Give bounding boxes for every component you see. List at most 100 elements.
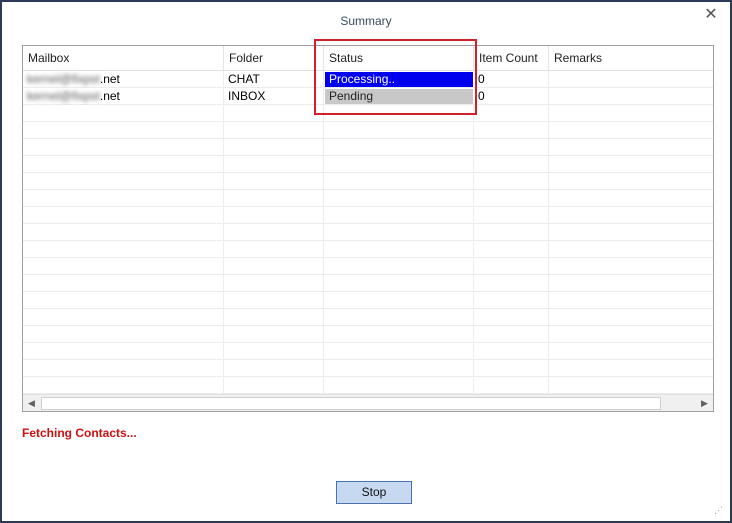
- table-row[interactable]: kernel@fixpst.net CHAT Processing.. 0: [23, 71, 713, 88]
- empty-cell: [224, 377, 324, 394]
- empty-table-row: [23, 105, 713, 122]
- horizontal-scrollbar[interactable]: ◀ ▶: [23, 394, 713, 411]
- empty-cell: [474, 275, 549, 292]
- column-header-remarks[interactable]: Remarks: [549, 46, 713, 71]
- remarks-cell: [549, 71, 713, 88]
- empty-table-row: [23, 122, 713, 139]
- empty-cell: [474, 241, 549, 258]
- empty-table-row: [23, 241, 713, 258]
- empty-cell: [224, 190, 324, 207]
- empty-cell: [474, 105, 549, 122]
- empty-cell: [549, 343, 713, 360]
- empty-cell: [324, 105, 474, 122]
- empty-cell: [549, 309, 713, 326]
- column-header-item-count[interactable]: Item Count: [474, 46, 549, 71]
- summary-table: Mailbox Folder Status Item Count Remarks…: [22, 45, 714, 412]
- item-count-cell: 0: [474, 88, 549, 105]
- empty-cell: [549, 292, 713, 309]
- column-header-folder[interactable]: Folder: [224, 46, 324, 71]
- empty-cell: [474, 173, 549, 190]
- empty-cell: [224, 326, 324, 343]
- empty-cell: [549, 224, 713, 241]
- empty-table-row: [23, 156, 713, 173]
- mailbox-suffix: .net: [99, 72, 120, 86]
- empty-table-row: [23, 190, 713, 207]
- empty-cell: [474, 258, 549, 275]
- table-row[interactable]: kernel@fixpst.net INBOX Pending 0: [23, 88, 713, 105]
- status-cell-processing: Processing..: [325, 72, 473, 87]
- empty-cell: [23, 275, 224, 292]
- empty-cell: [324, 360, 474, 377]
- empty-cell: [224, 156, 324, 173]
- scroll-right-icon[interactable]: ▶: [696, 395, 713, 411]
- empty-table-row: [23, 360, 713, 377]
- empty-table-row: [23, 275, 713, 292]
- column-header-mailbox[interactable]: Mailbox: [23, 46, 224, 71]
- empty-table-row: [23, 224, 713, 241]
- summary-dialog: Summary ✕ Mailbox Folder Status Item Cou…: [0, 0, 732, 523]
- scroll-thumb[interactable]: [41, 397, 661, 410]
- empty-cell: [549, 173, 713, 190]
- empty-cell: [224, 309, 324, 326]
- empty-cell: [224, 173, 324, 190]
- empty-table-row: [23, 258, 713, 275]
- scroll-left-icon[interactable]: ◀: [23, 395, 40, 411]
- empty-cell: [324, 224, 474, 241]
- empty-cell: [224, 360, 324, 377]
- empty-cell: [23, 258, 224, 275]
- empty-cell: [23, 173, 224, 190]
- dialog-title: Summary: [340, 14, 392, 28]
- empty-cell: [324, 309, 474, 326]
- empty-cell: [23, 377, 224, 394]
- empty-cell: [474, 326, 549, 343]
- progress-message: Fetching Contacts...: [22, 426, 137, 440]
- empty-table-row: [23, 173, 713, 190]
- empty-table-row: [23, 309, 713, 326]
- mailbox-redacted: kernel@fixpst: [27, 72, 100, 86]
- empty-cell: [23, 343, 224, 360]
- empty-cell: [23, 309, 224, 326]
- empty-cell: [549, 275, 713, 292]
- empty-cell: [474, 122, 549, 139]
- table-header: Mailbox Folder Status Item Count Remarks: [23, 46, 713, 71]
- empty-cell: [474, 360, 549, 377]
- empty-cell: [549, 139, 713, 156]
- empty-cell: [224, 275, 324, 292]
- empty-cell: [224, 207, 324, 224]
- empty-cell: [324, 343, 474, 360]
- folder-cell: INBOX: [224, 88, 324, 105]
- empty-cell: [23, 224, 224, 241]
- mailbox-cell: kernel@fixpst.net: [23, 88, 224, 105]
- empty-cell: [549, 377, 713, 394]
- empty-cell: [23, 207, 224, 224]
- empty-cell: [324, 173, 474, 190]
- empty-table-row: [23, 292, 713, 309]
- empty-cell: [549, 156, 713, 173]
- resize-grip-icon[interactable]: ⋰: [714, 505, 724, 515]
- mailbox-cell: kernel@fixpst.net: [23, 71, 224, 88]
- column-header-status[interactable]: Status: [324, 46, 474, 71]
- empty-cell: [23, 292, 224, 309]
- empty-cell: [474, 309, 549, 326]
- empty-cell: [474, 190, 549, 207]
- empty-cell: [549, 241, 713, 258]
- empty-cell: [549, 190, 713, 207]
- empty-cell: [474, 292, 549, 309]
- mailbox-redacted: kernel@fixpst: [27, 89, 100, 103]
- empty-cell: [324, 258, 474, 275]
- empty-table-row: [23, 343, 713, 360]
- empty-cell: [324, 292, 474, 309]
- empty-cell: [224, 224, 324, 241]
- empty-cell: [23, 360, 224, 377]
- empty-cell: [474, 377, 549, 394]
- empty-cell: [549, 105, 713, 122]
- empty-cell: [23, 190, 224, 207]
- close-icon[interactable]: ✕: [702, 6, 720, 24]
- empty-cell: [224, 343, 324, 360]
- stop-button[interactable]: Stop: [336, 481, 412, 504]
- empty-cell: [474, 156, 549, 173]
- empty-cell: [324, 326, 474, 343]
- item-count-cell: 0: [474, 71, 549, 88]
- empty-cell: [224, 241, 324, 258]
- empty-cell: [324, 241, 474, 258]
